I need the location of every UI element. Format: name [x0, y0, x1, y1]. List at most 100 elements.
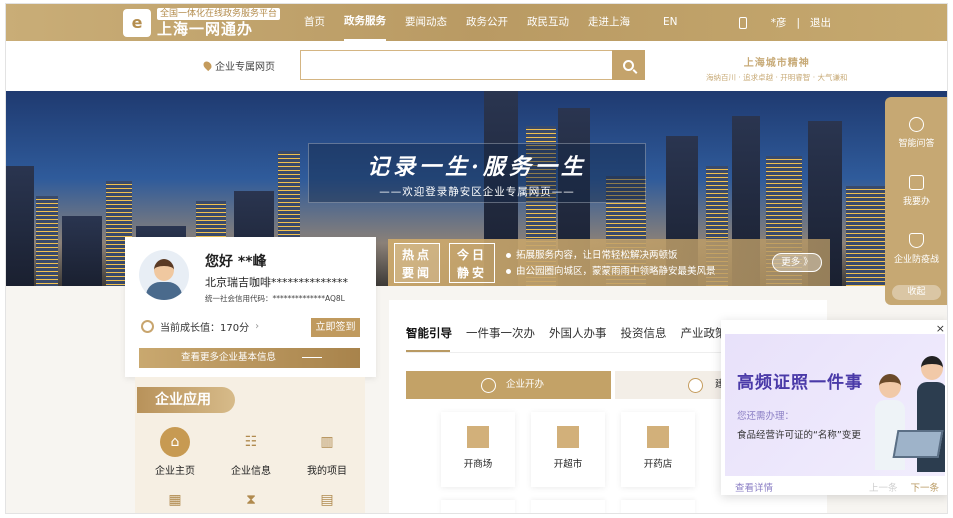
mall-icon	[467, 426, 489, 448]
app-my-projects[interactable]: ▥ 我的项目	[297, 427, 357, 477]
edit-icon	[909, 175, 924, 190]
service-card[interactable]	[531, 500, 605, 513]
mobile-icon[interactable]	[738, 16, 747, 29]
tab-smart-guide[interactable]: 智能引导	[406, 325, 452, 341]
hot-news-item[interactable]: 由公园圈向城区，蒙蒙雨雨中领略静安最美风景	[506, 264, 716, 280]
side-epidemic-prevention[interactable]: 企业防疫战	[885, 233, 947, 265]
logo-subtitle: 全国一体化在线政务服务平台	[157, 8, 281, 20]
user-greeting: 您好 **峰	[205, 254, 267, 270]
search-input[interactable]	[300, 50, 612, 80]
books-icon: ▥	[320, 434, 334, 450]
construction-icon	[688, 378, 703, 393]
man-illustration	[917, 356, 945, 476]
nav-shanghai[interactable]: 走进上海	[588, 4, 630, 41]
app-calendar[interactable]: ▤	[297, 485, 357, 513]
app-hourglass[interactable]: ⧗	[221, 485, 281, 513]
service-open-mall[interactable]: 开商场	[441, 412, 515, 487]
chevron-right-icon: ›	[255, 321, 260, 332]
nav-home[interactable]: 首页	[304, 4, 325, 41]
search-button[interactable]	[612, 50, 645, 80]
logo-title: 上海一网通办	[157, 20, 254, 38]
service-card[interactable]	[621, 500, 695, 513]
service-card[interactable]	[441, 500, 515, 513]
location-label[interactable]: 企业专属网页	[201, 58, 275, 73]
search-icon	[623, 59, 634, 71]
banner-slogan-title: 记录一生·服务一生	[367, 154, 587, 180]
location-text: 企业专属网页	[215, 62, 275, 73]
app-company-home[interactable]: ⌂ 企业主页	[145, 427, 205, 477]
users-icon: ☷	[244, 434, 258, 450]
service-tabs: 智能引导 一件事一次办 外国人办事 投资信息 产业政策	[406, 325, 727, 341]
prev-item-button[interactable]: 上一条	[869, 483, 898, 494]
next-item-button[interactable]: 下一条	[910, 483, 939, 494]
view-details-link[interactable]: 查看详情	[735, 483, 773, 494]
hot-news-list: 拓展服务内容，让日常轻松解决两顿饭 由公园圈向城区，蒙蒙雨雨中领略静安最美风景	[506, 248, 716, 280]
subtab-company-setup[interactable]: 企业开办	[406, 371, 611, 399]
popup-question: 您还需办理：	[737, 411, 795, 422]
today-jingan-tag[interactable]: 今日静安	[449, 243, 495, 283]
company-setup-icon	[481, 378, 496, 393]
top-nav-bar: e 全国一体化在线政务服务平台 上海一网通办 首页 政务服务 要闻动态 政务公开…	[6, 4, 947, 41]
collapse-button[interactable]: 收起	[892, 285, 941, 300]
hot-news-item[interactable]: 拓展服务内容，让日常轻松解决两顿饭	[506, 248, 716, 264]
arrow-right-icon	[302, 357, 322, 358]
logout-link[interactable]: 退出	[810, 15, 831, 30]
browser-frame: e 全国一体化在线政务服务平台 上海一网通办 首页 政务服务 要闻动态 政务公开…	[5, 3, 948, 514]
tab-one-thing[interactable]: 一件事一次办	[466, 325, 535, 341]
hourglass-icon: ⧗	[246, 492, 256, 508]
hot-news-strip: 热点要闻 今日静安 拓展服务内容，让日常轻松解决两顿饭 由公园圈向城区，蒙蒙雨雨…	[388, 239, 830, 286]
service-open-pharmacy[interactable]: 开药店	[621, 412, 695, 487]
supermarket-icon	[557, 426, 579, 448]
nav-gov-services[interactable]: 政务服务	[344, 4, 386, 41]
company-name: 北京瑞吉咖啡**************	[205, 276, 348, 289]
banner-slogan: 记录一生·服务一生 ——欢迎登录静安区企业专属网页——	[308, 143, 646, 203]
side-i-want-to-apply[interactable]: 我要办	[885, 175, 947, 207]
bullet-icon	[506, 253, 511, 258]
main-nav: 首页 政务服务 要闻动态 政务公开 政民互动 走进上海 EN	[304, 4, 697, 41]
enterprise-apps: 企业应用 ⌂ 企业主页 ☷ 企业信息 ▥ 我的项目 ▦ ⧗ ▤	[135, 377, 365, 513]
signin-button[interactable]: 立即签到	[311, 318, 360, 337]
logo-emblem-icon: e	[123, 9, 151, 37]
medal-icon	[141, 320, 154, 333]
app-qrcode[interactable]: ▦	[145, 485, 205, 513]
credit-code: 统一社会信用代码：**************AQ8L	[205, 294, 345, 303]
tab-industry-policy[interactable]: 产业政策	[681, 325, 727, 341]
city-spirit-title: 上海城市精神	[743, 58, 810, 69]
robot-icon	[909, 117, 924, 132]
qrcode-icon: ▦	[168, 492, 182, 508]
bullet-icon	[506, 269, 511, 274]
nav-gov-open[interactable]: 政务公开	[466, 4, 508, 41]
woman-illustration	[875, 374, 905, 476]
avatar	[139, 250, 189, 300]
notice-popup: × 高频证照一件事 您还需办理： 食品经营许可证的“名称”变更 查看详情 上一条…	[721, 320, 947, 495]
floating-sidebar: 智能问答 我要办 企业防疫战 收起	[885, 97, 947, 305]
nav-news[interactable]: 要闻动态	[405, 4, 447, 41]
logo-text: 全国一体化在线政务服务平台 上海一网通办	[157, 8, 281, 38]
calendar-icon: ▤	[320, 492, 334, 508]
nav-interaction[interactable]: 政民互动	[527, 4, 569, 41]
app-company-info[interactable]: ☷ 企业信息	[221, 427, 281, 477]
tab-investment[interactable]: 投资信息	[621, 325, 667, 341]
popup-title: 高频证照一件事	[737, 373, 863, 393]
user-name[interactable]: *彦	[771, 15, 787, 30]
growth-value[interactable]: 当前成长值：170分 ›	[141, 319, 259, 334]
page: e 全国一体化在线政务服务平台 上海一网通办 首页 政务服务 要闻动态 政务公开…	[0, 0, 953, 518]
popup-hero: 高频证照一件事 您还需办理： 食品经营许可证的“名称”变更	[725, 334, 945, 476]
side-smart-qa[interactable]: 智能问答	[885, 117, 947, 149]
nav-user-area: *彦 | 退出	[738, 4, 831, 41]
more-news-button[interactable]: 更多 》	[772, 253, 822, 272]
city-spirit: 上海城市精神 海纳百川 · 追求卓越 · 开明睿智 · 大气谦和	[706, 54, 847, 83]
nav-english[interactable]: EN	[663, 4, 678, 41]
hot-news-tag[interactable]: 热点要闻	[394, 243, 440, 283]
user-card: 您好 **峰 北京瑞吉咖啡************** 统一社会信用代码：***…	[125, 237, 376, 377]
more-company-info-button[interactable]: 查看更多企业基本信息	[139, 348, 360, 368]
home-icon: ⌂	[160, 427, 190, 457]
city-spirit-subtitle: 海纳百川 · 追求卓越 · 开明睿智 · 大气谦和	[706, 73, 848, 82]
popup-description[interactable]: 食品经营许可证的“名称”变更	[737, 427, 861, 441]
service-open-supermarket[interactable]: 开超市	[531, 412, 605, 487]
nav-separator: |	[796, 16, 800, 29]
tab-foreigner[interactable]: 外国人办事	[549, 325, 607, 341]
site-logo[interactable]: e 全国一体化在线政务服务平台 上海一网通办	[123, 8, 281, 38]
laptop-illustration	[892, 430, 944, 458]
pharmacy-icon	[647, 426, 669, 448]
